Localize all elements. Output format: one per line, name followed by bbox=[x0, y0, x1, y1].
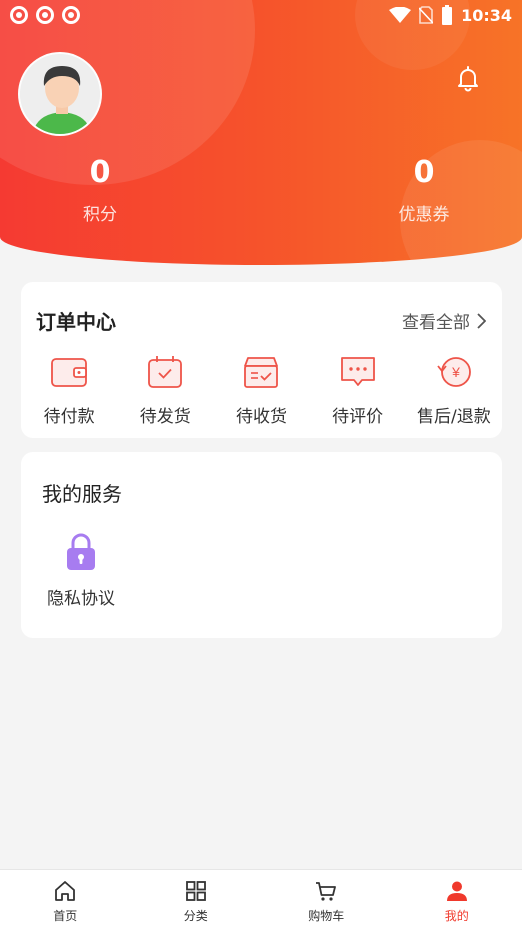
coupons-value: 0 bbox=[413, 155, 435, 190]
grid-icon bbox=[185, 881, 206, 901]
tab-label: 分类 bbox=[183, 909, 208, 923]
lock-icon bbox=[67, 533, 95, 570]
notification-app-icon bbox=[10, 6, 28, 24]
order-item-label: 待付款 bbox=[43, 407, 95, 427]
order-pending-payment[interactable]: 待付款 bbox=[21, 352, 117, 427]
order-center-card: 订单中心 查看全部 待付款 待发货 待收货 待评价 ¥ 售后/退款 bbox=[21, 282, 502, 438]
wallet-icon bbox=[51, 358, 87, 387]
tab-label: 首页 bbox=[53, 909, 78, 923]
notification-app-icon bbox=[62, 6, 80, 24]
points-label: 积分 bbox=[83, 205, 117, 225]
calendar-check-icon bbox=[148, 356, 183, 388]
coupons-stat[interactable]: 0 优惠券 bbox=[364, 152, 484, 225]
battery-icon bbox=[442, 5, 453, 25]
tab-category[interactable]: 分类 bbox=[131, 870, 262, 928]
avatar[interactable] bbox=[18, 52, 102, 136]
order-pending-review[interactable]: 待评价 bbox=[310, 352, 406, 427]
chevron-right-icon bbox=[477, 312, 486, 329]
order-pending-receipt[interactable]: 待收货 bbox=[213, 352, 309, 427]
order-item-label: 待发货 bbox=[139, 407, 191, 427]
coupons-label: 优惠券 bbox=[398, 205, 450, 225]
order-item-label: 待收货 bbox=[235, 407, 287, 427]
my-services-card: 我的服务 隐私协议 bbox=[21, 452, 502, 638]
tab-label: 我的 bbox=[444, 909, 469, 923]
tab-mine[interactable]: 我的 bbox=[392, 870, 522, 928]
order-pending-shipment[interactable]: 待发货 bbox=[117, 352, 213, 427]
my-services-title: 我的服务 bbox=[42, 482, 122, 506]
order-item-label: 待评价 bbox=[332, 407, 384, 427]
wifi-icon bbox=[389, 7, 412, 23]
points-stat[interactable]: 0 积分 bbox=[40, 152, 160, 225]
notification-app-icon bbox=[36, 6, 54, 24]
svg-text:¥: ¥ bbox=[451, 364, 460, 380]
bell-icon[interactable] bbox=[454, 64, 482, 92]
order-item-label: 售后/退款 bbox=[416, 407, 491, 427]
points-value: 0 bbox=[89, 155, 111, 190]
service-item-label: 隐私协议 bbox=[47, 589, 115, 609]
comment-icon bbox=[340, 357, 375, 386]
order-status-row: 待付款 待发货 待收货 待评价 ¥ 售后/退款 bbox=[21, 352, 502, 427]
view-all-label: 查看全部 bbox=[402, 313, 470, 333]
refund-icon: ¥ bbox=[437, 357, 471, 387]
status-time: 10:34 bbox=[461, 5, 512, 25]
privacy-policy-item[interactable]: 隐私协议 bbox=[45, 532, 117, 609]
tab-label: 购物车 bbox=[308, 909, 345, 923]
box-icon bbox=[244, 357, 279, 388]
user-icon bbox=[446, 881, 467, 901]
avatar-person-icon bbox=[20, 54, 100, 134]
order-center-title: 订单中心 bbox=[36, 310, 116, 334]
profile-header: 10:34 0 积分 0 优惠券 bbox=[0, 0, 522, 265]
tab-cart[interactable]: 购物车 bbox=[261, 870, 392, 928]
status-bar: 10:34 bbox=[0, 0, 522, 30]
view-all-orders-link[interactable]: 查看全部 bbox=[402, 308, 486, 333]
cart-icon bbox=[316, 882, 337, 901]
tab-home[interactable]: 首页 bbox=[0, 870, 131, 928]
home-icon bbox=[55, 881, 76, 901]
no-sim-icon bbox=[419, 6, 434, 24]
order-after-sale-refund[interactable]: ¥ 售后/退款 bbox=[406, 352, 502, 427]
bottom-tab-bar: 首页 分类 购物车 我的 bbox=[0, 869, 522, 928]
